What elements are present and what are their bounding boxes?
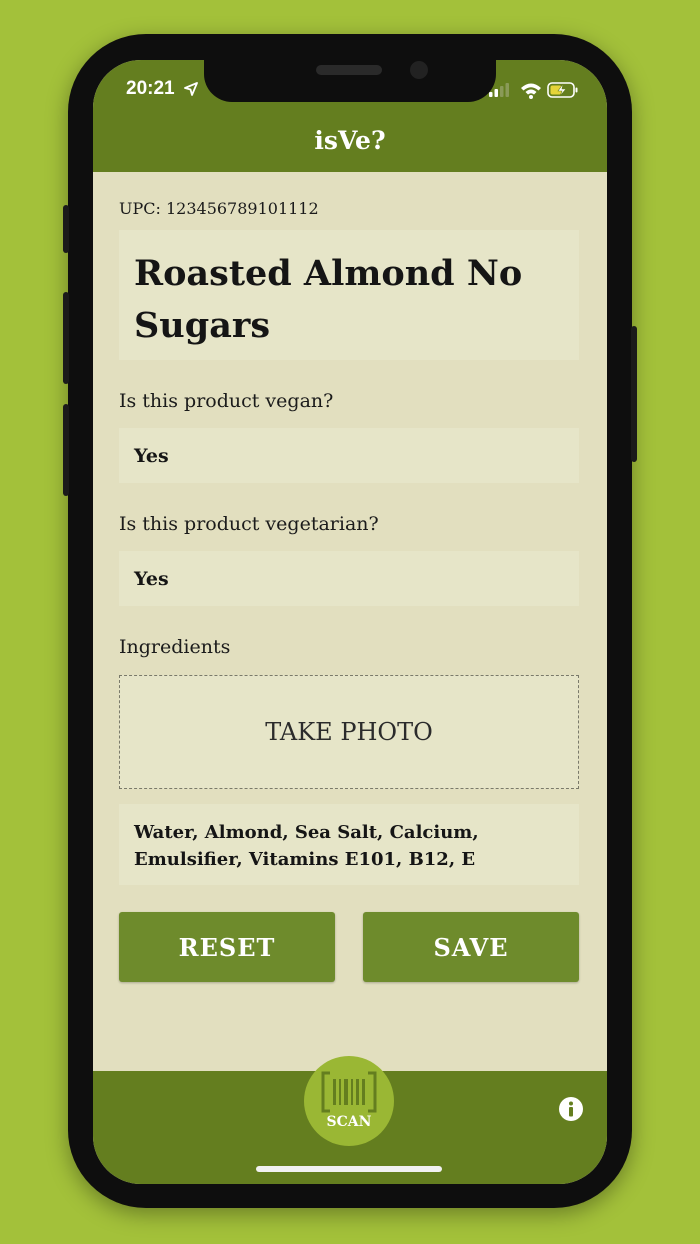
- product-name: Roasted Almond No Sugars: [134, 253, 523, 346]
- vegan-answer-select[interactable]: Yes: [119, 428, 579, 483]
- cellular-signal-icon: [489, 83, 509, 97]
- ingredients-text-field[interactable]: Water, Almond, Sea Salt, Calcium, Emulsi…: [119, 804, 579, 885]
- camera-notch: [204, 60, 496, 102]
- reset-button[interactable]: RESET: [119, 912, 335, 982]
- volume-down-button: [63, 404, 69, 496]
- mute-switch: [63, 205, 69, 253]
- battery-charging-icon: [547, 82, 578, 98]
- vegetarian-question-label: Is this product vegetarian?: [119, 513, 379, 535]
- reset-button-label: RESET: [178, 932, 276, 962]
- info-icon[interactable]: [558, 1096, 584, 1122]
- home-indicator[interactable]: [256, 1166, 442, 1172]
- product-name-field[interactable]: Roasted Almond No Sugars: [119, 230, 579, 360]
- front-camera: [410, 61, 428, 79]
- take-photo-label: TAKE PHOTO: [265, 718, 433, 746]
- app-title: isVe?: [314, 126, 386, 155]
- power-button: [631, 326, 637, 462]
- vegan-answer-value: Yes: [134, 444, 169, 467]
- app-screen: 20:21 isVe? UPC: 123456789101112 Roasted…: [93, 60, 607, 1184]
- ingredients-label: Ingredients: [119, 636, 231, 658]
- status-time: 20:21: [126, 78, 175, 99]
- take-photo-button[interactable]: TAKE PHOTO: [119, 675, 579, 789]
- scan-label: SCAN: [326, 1114, 372, 1130]
- save-button[interactable]: SAVE: [363, 912, 579, 982]
- scan-button[interactable]: SCAN: [304, 1056, 394, 1146]
- wifi-icon: [521, 83, 541, 99]
- vegetarian-answer-select[interactable]: Yes: [119, 551, 579, 606]
- save-button-label: SAVE: [433, 932, 509, 962]
- location-arrow-icon: [184, 82, 198, 96]
- speaker-grille: [316, 65, 382, 75]
- volume-up-button: [63, 292, 69, 384]
- top-app-bar: 20:21 isVe?: [93, 60, 607, 172]
- vegan-question-label: Is this product vegan?: [119, 390, 334, 412]
- ingredients-text: Water, Almond, Sea Salt, Calcium, Emulsi…: [134, 822, 479, 870]
- status-icons: [489, 82, 578, 99]
- vegetarian-answer-value: Yes: [134, 567, 169, 590]
- barcode-icon: [321, 1071, 377, 1113]
- upc-code: UPC: 123456789101112: [119, 199, 319, 218]
